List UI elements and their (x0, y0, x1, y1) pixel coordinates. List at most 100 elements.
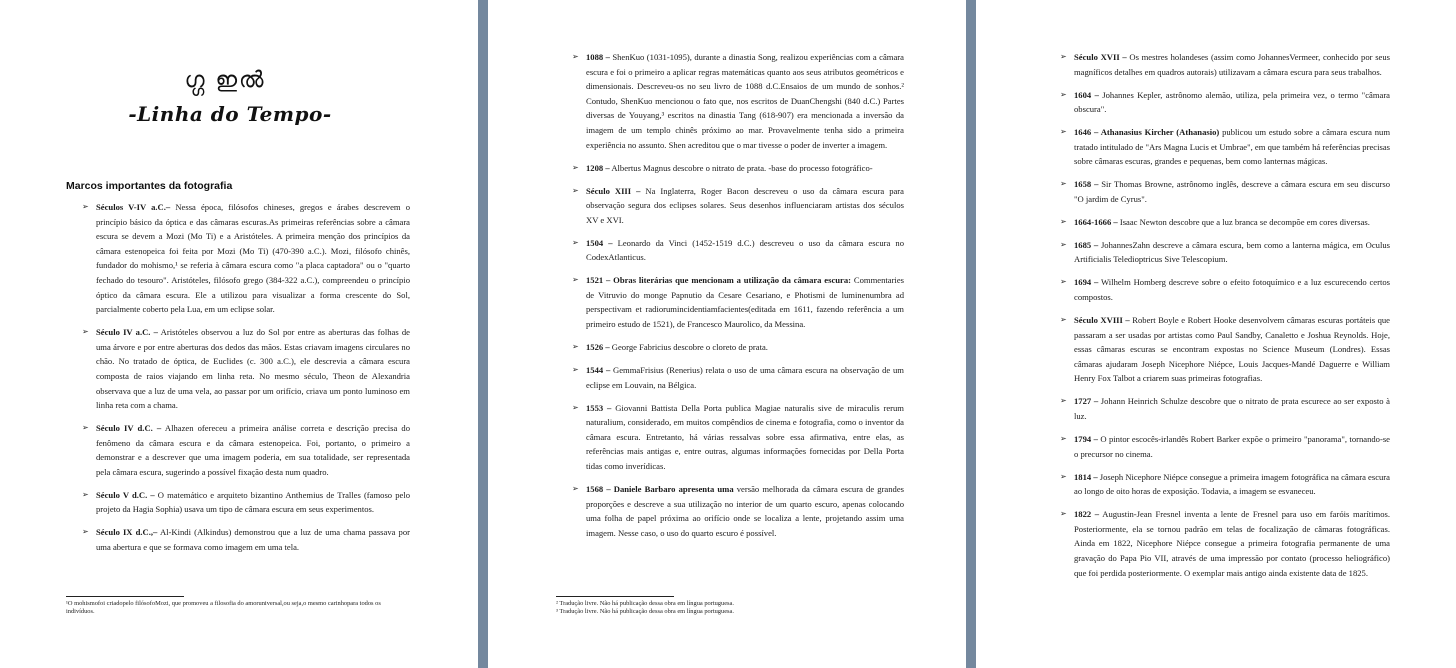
section-heading: Marcos importantes da fotografia (66, 180, 233, 192)
timeline-item: ➢ 1814 – Joseph Nicephore Niépce consegue… (1060, 470, 1390, 499)
timeline-item: ➢ Século XVIII – Robert Boyle e Robert Ho… (1060, 313, 1390, 386)
timeline-item-date: 1794 – (1074, 433, 1098, 444)
document-page-2: ➢ 1088 – ShenKuo (1031-1095), durante a d… (488, 0, 966, 668)
timeline-list: ➢ Século XVII – Os mestres holandeses (as… (1060, 50, 1390, 589)
bullet-arrow-icon: ➢ (1060, 89, 1067, 99)
bullet-arrow-icon: ➢ (1060, 179, 1067, 189)
timeline-item: ➢ 1553 – Giovanni Battista Della Porta pu… (572, 401, 904, 474)
timeline-item-date: Século XIII – (586, 185, 641, 196)
timeline-item-date: Século XVIII – (1074, 315, 1130, 326)
timeline-item: ➢ Século IX d.C.,– Al-Kindi (Alkindus) de… (82, 525, 410, 554)
timeline-item-date: 1685 – (1074, 239, 1099, 250)
timeline-item: ➢ 1604 – Johannes Kepler, astrônomo alemã… (1060, 88, 1390, 117)
timeline-item-text: Sir Thomas Browne, astrônomo inglês, des… (1074, 179, 1391, 204)
timeline-item-date: 1727 – (1074, 396, 1099, 407)
timeline-item-date: 1658 – (1074, 179, 1099, 190)
timeline-item-text: Wilhelm Homberg descreve sobre o efeito … (1074, 277, 1390, 303)
timeline-item-text: George Fabricius descobre o cloreto de p… (609, 342, 768, 353)
timeline-item-date: 1568 – Daniele Barbaro apresenta uma (586, 483, 734, 494)
bullet-arrow-icon: ➢ (82, 423, 89, 433)
timeline-item-date: 1526 – (586, 342, 610, 353)
footnote-separator (556, 596, 674, 597)
timeline-item-date: 1694 – (1074, 277, 1099, 288)
timeline-item: ➢ 1526 – George Fabricius descobre o clor… (572, 340, 904, 355)
timeline-item-date: Século XVII – (1074, 52, 1127, 62)
timeline-item-date: Século IV a.C. – (96, 327, 158, 338)
bullet-arrow-icon: ➢ (82, 489, 89, 499)
bullet-arrow-icon: ➢ (82, 327, 89, 337)
timeline-item: ➢ 1504 – Leonardo da Vinci (1452-1519 d.C… (572, 236, 904, 265)
bullet-arrow-icon: ➢ (1060, 433, 1067, 443)
bullet-arrow-icon: ➢ (1060, 216, 1067, 226)
bullet-arrow-icon: ➢ (1060, 471, 1067, 481)
bullet-arrow-icon: ➢ (572, 342, 579, 352)
timeline-item: ➢ 1544 – GemmaFrisius (Renerius) relata o… (572, 363, 904, 392)
timeline-item: ➢ Século XIII – Na Inglaterra, Roger Baco… (572, 184, 904, 228)
timeline-item: ➢ 1794 – O pintor escocês-irlandês Robert… (1060, 432, 1390, 461)
bullet-arrow-icon: ➢ (572, 483, 579, 493)
bullet-arrow-icon: ➢ (572, 402, 579, 412)
page-title: -Linha do Tempo- (128, 102, 332, 126)
timeline-item-text: Aristóteles observou a luz do Sol por en… (96, 327, 410, 411)
timeline-item-text: Albertus Magnus descobre o nitrato de pr… (609, 162, 873, 173)
footnote: ³ Tradução livre. Não há publicação dess… (556, 608, 734, 615)
timeline-item: ➢ Século IV d.C. – Alhazen ofereceu a pri… (82, 421, 410, 479)
timeline-item: ➢ 1646 – Athanasius Kircher (Athanasio) p… (1060, 125, 1390, 169)
bullet-arrow-icon: ➢ (82, 527, 89, 537)
timeline-item-text: Isaac Newton descobre que a luz branca s… (1117, 216, 1370, 227)
footnote: ² Tradução livre. Não há publicação dess… (556, 600, 734, 607)
timeline-item: ➢ 1727 – Johann Heinrich Schulze descobre… (1060, 394, 1390, 423)
timeline-item-date: Séculos V-IV a.C.– (96, 202, 171, 212)
timeline-item: ➢ 1521 – Obras literárias que mencionam a… (572, 273, 904, 331)
title-ornament: ഗ്ഗ ഇൽ (184, 68, 266, 93)
timeline-item: ➢ Século IV a.C. – Aristóteles observou a… (82, 325, 410, 413)
bullet-arrow-icon: ➢ (1060, 509, 1067, 519)
timeline-item-date: 1544 – (586, 365, 611, 376)
timeline-item-text: Nessa época, filósofos chineses, gregos … (96, 202, 410, 315)
timeline-item-text: JohannesZahn descreve a câmara escura, b… (1074, 239, 1390, 265)
timeline-item-date: Século IV d.C. – (96, 423, 162, 434)
bullet-arrow-icon: ➢ (1060, 127, 1067, 137)
timeline-item-date: 1814 – (1074, 471, 1098, 482)
timeline-item-date: 1521 – Obras literárias que mencionam a … (586, 275, 852, 286)
timeline-item-date: Século V d.C. – (96, 489, 155, 500)
bullet-arrow-icon: ➢ (572, 162, 579, 172)
document-page-1: ഗ്ഗ ഇൽ -Linha do Tempo- Marcos important… (0, 0, 478, 668)
bullet-arrow-icon: ➢ (1060, 277, 1067, 287)
timeline-item-date: 1604 – (1074, 89, 1099, 100)
timeline-item-text: Johannes Kepler, astrônomo alemão, utili… (1074, 89, 1390, 115)
timeline-item-date: 1646 – Athanasius Kircher (Athanasio) (1074, 127, 1220, 138)
timeline-item: ➢ 1664-1666 – Isaac Newton descobre que a… (1060, 215, 1390, 230)
timeline-item-date: 1553 – (586, 402, 612, 413)
timeline-item: ➢ 1685 – JohannesZahn descreve a câmara e… (1060, 238, 1390, 267)
timeline-item: ➢ 1088 – ShenKuo (1031-1095), durante a d… (572, 50, 904, 152)
bullet-arrow-icon: ➢ (572, 237, 579, 247)
bullet-arrow-icon: ➢ (1060, 52, 1067, 61)
timeline-item-text: ShenKuo (1031-1095), durante a dinastia … (586, 52, 904, 150)
timeline-item-text: Augustin-Jean Fresnel inventa a lente de… (1074, 509, 1390, 578)
timeline-item-text: Leonardo da Vinci (1452-1519 d.C.) descr… (586, 237, 904, 263)
bullet-arrow-icon: ➢ (1060, 396, 1067, 406)
bullet-arrow-icon: ➢ (1060, 315, 1067, 325)
timeline-item-date: 1504 – (586, 237, 613, 248)
timeline-item: ➢ 1568 – Daniele Barbaro apresenta uma ve… (572, 482, 904, 540)
timeline-item-date: 1822 – (1074, 509, 1100, 520)
bullet-arrow-icon: ➢ (572, 52, 579, 61)
bullet-arrow-icon: ➢ (572, 275, 579, 285)
footnotes: ¹O mohismofoi criadopelo filósofoMozi, q… (66, 600, 410, 616)
timeline-item: ➢ 1208 – Albertus Magnus descobre o nitra… (572, 161, 904, 176)
timeline-item-text: Johann Heinrich Schulze descobre que o n… (1074, 396, 1390, 421)
document-page-3: ➢ Século XVII – Os mestres holandeses (as… (976, 0, 1456, 668)
timeline-list: ➢ Séculos V-IV a.C.– Nessa época, filósof… (82, 200, 410, 563)
timeline-item: ➢ Século V d.C. – O matemático e arquitet… (82, 488, 410, 517)
timeline-item-date: 1208 – (586, 162, 610, 173)
timeline-item: ➢ 1658 – Sir Thomas Browne, astrônomo ing… (1060, 177, 1390, 206)
timeline-item-text: Joseph Nicephore Niépce consegue a prime… (1074, 471, 1390, 497)
timeline-item-date: 1088 – (586, 52, 610, 62)
timeline-list: ➢ 1088 – ShenKuo (1031-1095), durante a d… (572, 50, 904, 549)
timeline-item-text: Robert Boyle e Robert Hooke desenvolvem … (1074, 315, 1390, 384)
timeline-item-text: O pintor escocês-irlandês Robert Barker … (1074, 433, 1390, 459)
footnotes: ² Tradução livre. Não há publicação dess… (556, 600, 900, 616)
footnote: ¹O mohismofoi criadopelo filósofoMozi, q… (66, 600, 381, 615)
bullet-arrow-icon: ➢ (1060, 239, 1067, 249)
